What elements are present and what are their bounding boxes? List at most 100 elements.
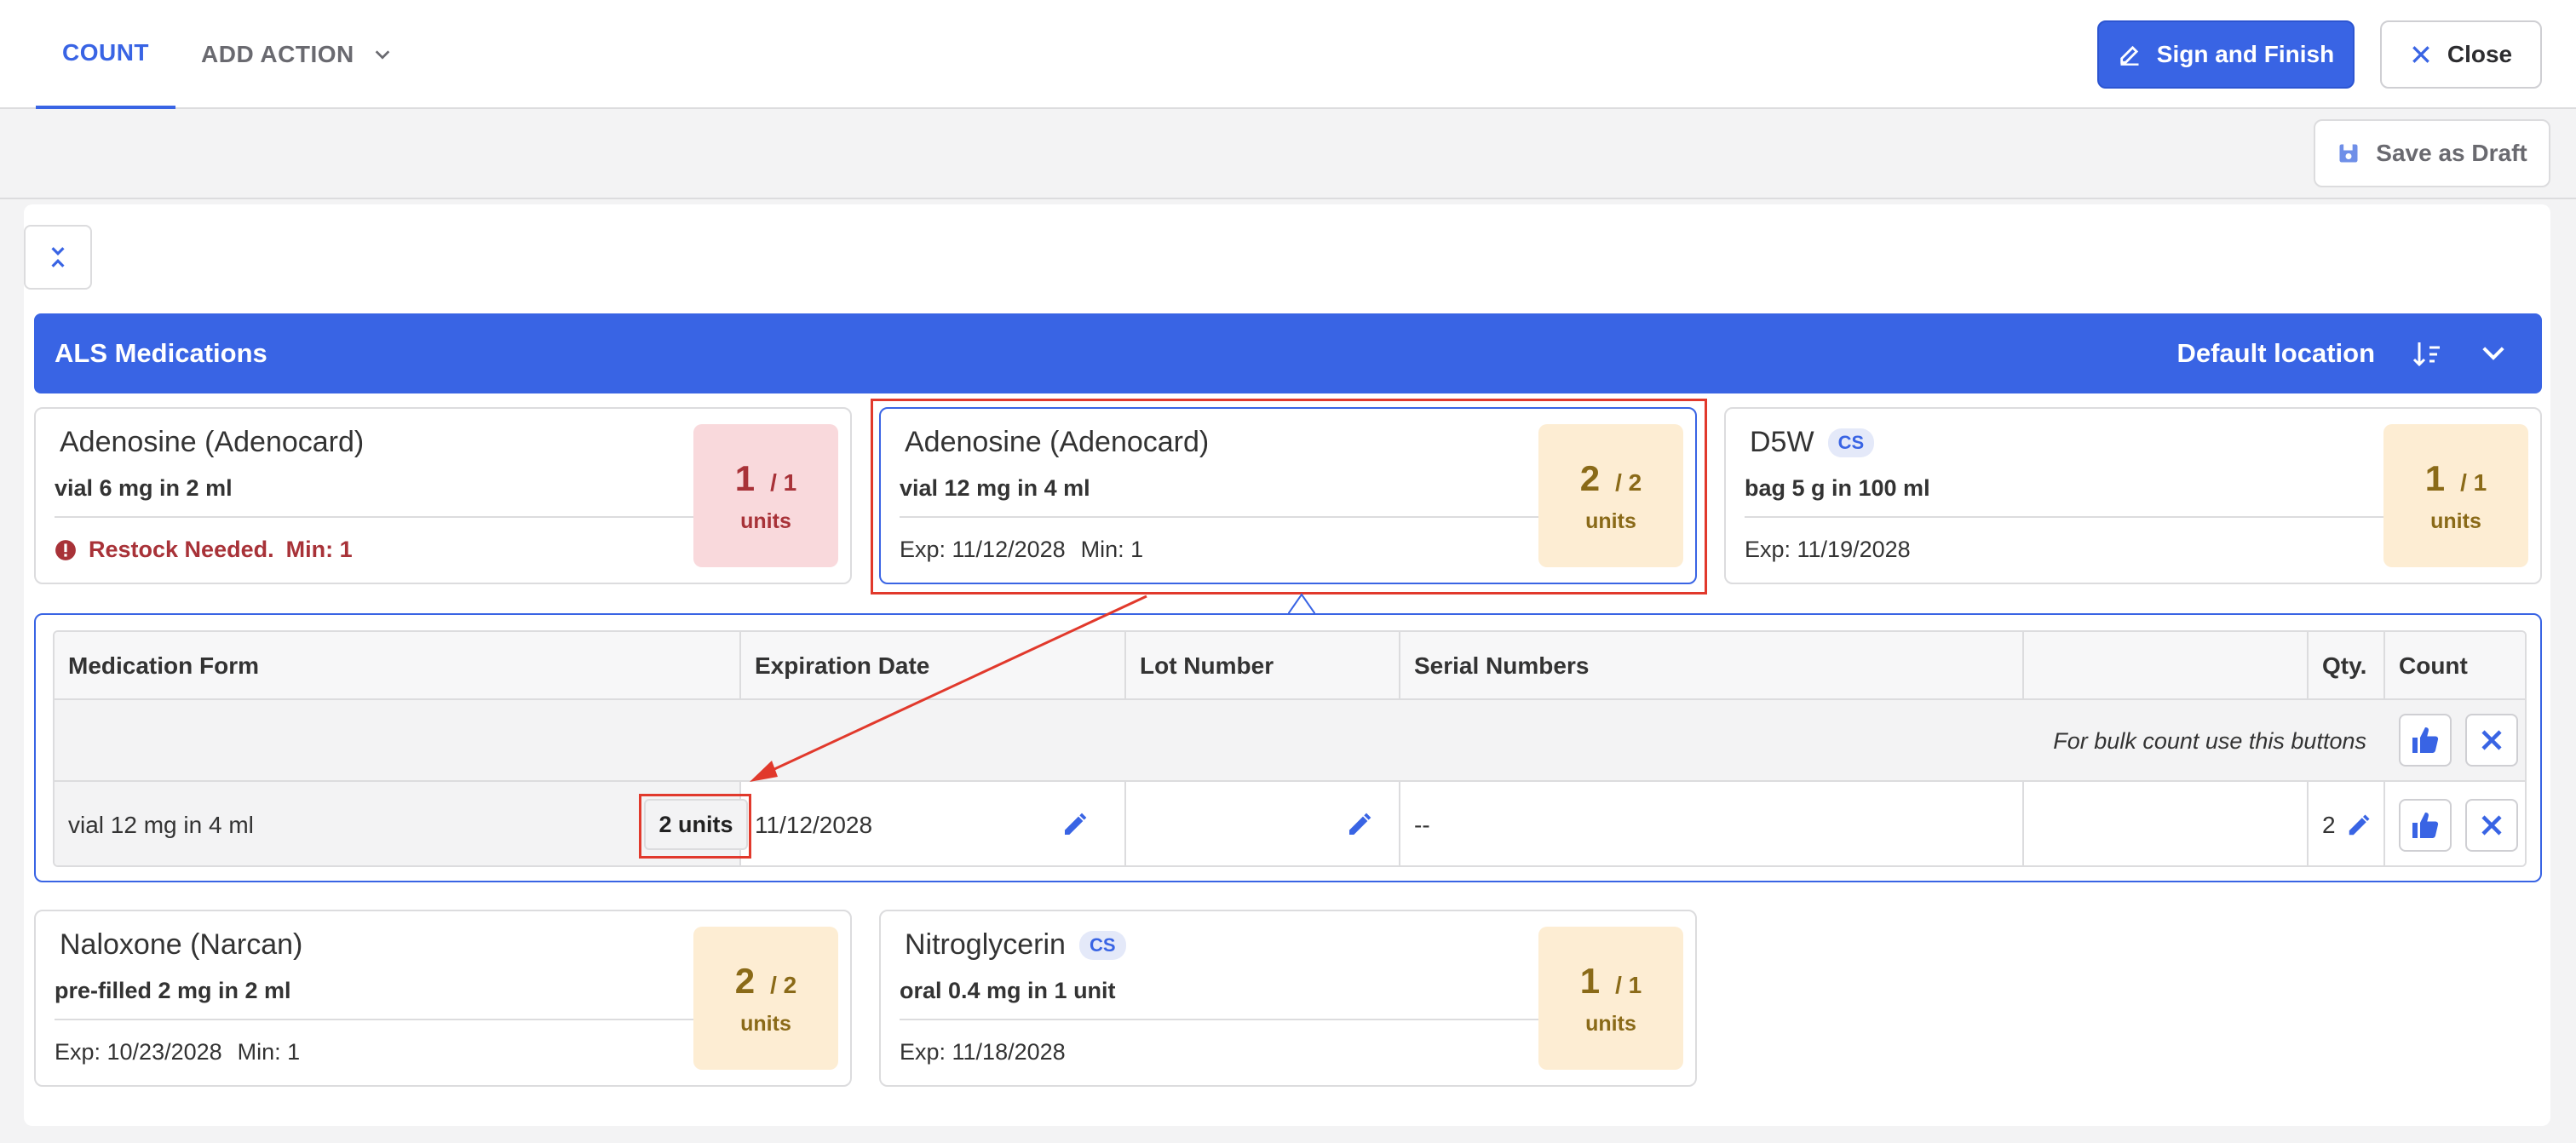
close-label: Close — [2447, 41, 2513, 67]
unit-label: units — [740, 508, 791, 533]
alert-text: Restock Needed. — [89, 537, 274, 562]
medication-name-row: D5W CS — [1750, 426, 1875, 459]
medication-card[interactable]: D5W CS bag 5 g in 100 ml Exp: 11/19/2028… — [1724, 407, 2542, 584]
medication-card[interactable]: Nitroglycerin CS oral 0.4 mg in 1 unit E… — [879, 910, 1697, 1087]
expiration-text: Exp: 11/19/2028 — [1745, 537, 1911, 562]
bulk-reject-button[interactable] — [2465, 714, 2518, 767]
pencil-icon[interactable] — [2346, 813, 2372, 838]
row-expiration-text: 11/12/2028 — [755, 812, 873, 838]
total-value: / 1 — [2460, 468, 2487, 496]
count-value: 2 — [734, 960, 756, 1001]
medication-form: pre-filled 2 mg in 2 ml — [55, 978, 291, 1003]
row-serial-text: -- — [1414, 812, 1430, 838]
thumbs-up-icon — [2412, 727, 2439, 753]
card-divider — [900, 1019, 1538, 1020]
table-row: vial 12 mg in 4 ml 2 units 11/12/2028 --… — [55, 782, 2525, 865]
card-divider — [1745, 516, 2383, 518]
annotation-highlight-box — [871, 399, 1707, 594]
cell-count — [2385, 782, 2525, 865]
controlled-substance-badge: CS — [1078, 930, 1126, 960]
save-icon — [2339, 144, 2358, 163]
tab-count[interactable]: COUNT — [36, 0, 175, 109]
tab-add-action[interactable]: ADD ACTION — [201, 0, 392, 109]
medication-card[interactable]: Adenosine (Adenocard) vial 6 mg in 2 ml … — [34, 407, 852, 584]
top-bar: COUNT ADD ACTION Sign and Finish Close — [0, 0, 2576, 109]
unit-label: units — [1585, 1011, 1636, 1036]
bulk-count-row: For bulk count use this buttons — [55, 700, 2525, 782]
header-qty: Qty. — [2309, 632, 2385, 700]
detail-table: Medication Form Expiration Date Lot Numb… — [53, 630, 2527, 867]
header-blank — [2024, 632, 2309, 700]
unit-label: units — [740, 1011, 791, 1036]
expiration-text: Exp: 10/23/2028 — [55, 1039, 222, 1065]
header-serial-numbers: Serial Numbers — [1400, 632, 2024, 700]
save-as-draft-label: Save as Draft — [2376, 140, 2527, 166]
count-value: 1 — [1579, 960, 1601, 1001]
min-text: Min: 1 — [237, 1039, 301, 1065]
header-expiration-date: Expiration Date — [741, 632, 1126, 700]
close-icon — [2412, 46, 2429, 63]
chevron-down-icon — [375, 50, 390, 60]
header-count: Count — [2399, 652, 2468, 679]
cell-blank — [2024, 782, 2309, 865]
medication-name: D5W — [1750, 426, 1814, 458]
medication-form: vial 6 mg in 2 ml — [55, 475, 233, 501]
expiration-text: Exp: 11/18/2028 — [900, 1039, 1066, 1065]
medication-name: Nitroglycerin — [905, 928, 1066, 961]
annotation-highlight-box — [639, 794, 751, 859]
restock-alert: Restock Needed. Min: 1 — [55, 537, 353, 563]
save-as-draft-button[interactable]: Save as Draft — [2314, 119, 2550, 187]
pencil-icon — [2120, 45, 2139, 66]
card-meta: Exp: 11/19/2028 — [1745, 537, 1911, 563]
medication-name-row: Nitroglycerin CS — [905, 928, 1126, 962]
total-value: / 1 — [1615, 971, 1642, 998]
bulk-count-hint: For bulk count use this buttons — [2053, 727, 2366, 754]
reject-count-button[interactable] — [2465, 799, 2518, 852]
toolbar-divider — [0, 198, 2576, 199]
pencil-icon[interactable] — [1346, 811, 1373, 838]
collapse-icon — [51, 247, 65, 267]
x-icon — [2481, 730, 2502, 750]
selection-pointer — [1288, 593, 1315, 615]
cell-serial-numbers: -- — [1400, 782, 2024, 865]
bulk-confirm-button[interactable] — [2399, 714, 2452, 767]
header-medication-form: Medication Form — [55, 632, 741, 700]
card-meta: Exp: 11/18/2028 — [900, 1039, 1066, 1065]
card-divider — [55, 1019, 693, 1020]
alert-icon — [55, 539, 76, 560]
cell-qty: 2 — [2309, 782, 2385, 865]
min-text: Min: 1 — [285, 537, 353, 562]
medication-form: bag 5 g in 100 ml — [1745, 475, 1930, 501]
cell-lot-number — [1126, 782, 1400, 865]
cell-expiration-date: 11/12/2028 — [741, 782, 1126, 865]
quantity-box: 1 / 1 units — [1538, 927, 1683, 1070]
sign-and-finish-button[interactable]: Sign and Finish — [2097, 20, 2355, 89]
section-header[interactable]: ALS Medications Default location — [34, 313, 2542, 393]
sort-icon[interactable] — [2412, 341, 2441, 368]
unit-label: units — [2430, 508, 2481, 533]
count-value: 1 — [734, 457, 756, 498]
controlled-substance-badge: CS — [1827, 428, 1875, 457]
medication-name: Naloxone (Narcan) — [60, 928, 303, 961]
chevron-down-icon[interactable] — [2481, 341, 2506, 366]
quantity-box: 1 / 1 units — [693, 424, 838, 567]
card-meta: Exp: 10/23/2028 Min: 1 — [55, 1039, 300, 1065]
cell-medication-form: vial 12 mg in 4 ml 2 units — [55, 782, 751, 865]
sign-and-finish-label: Sign and Finish — [2156, 41, 2335, 67]
close-button[interactable]: Close — [2380, 20, 2542, 89]
row-qty-text: 2 — [2322, 812, 2336, 838]
collapse-all-button[interactable] — [24, 225, 92, 290]
location-selector[interactable]: Default location — [2176, 313, 2375, 393]
medication-form: oral 0.4 mg in 1 unit — [900, 978, 1116, 1003]
medication-card[interactable]: Naloxone (Narcan) pre-filled 2 mg in 2 m… — [34, 910, 852, 1087]
pencil-icon[interactable] — [1061, 811, 1089, 838]
card-divider — [55, 516, 693, 518]
total-value: / 2 — [770, 971, 797, 998]
table-header: Medication Form Expiration Date Lot Numb… — [55, 632, 2525, 700]
quantity-box: 2 / 2 units — [693, 927, 838, 1070]
medication-detail-panel: Medication Form Expiration Date Lot Numb… — [34, 613, 2542, 882]
medication-name: Adenosine (Adenocard) — [60, 426, 365, 458]
thumbs-up-icon — [2412, 813, 2439, 838]
add-action-label: ADD ACTION — [201, 41, 354, 67]
confirm-count-button[interactable] — [2399, 799, 2452, 852]
